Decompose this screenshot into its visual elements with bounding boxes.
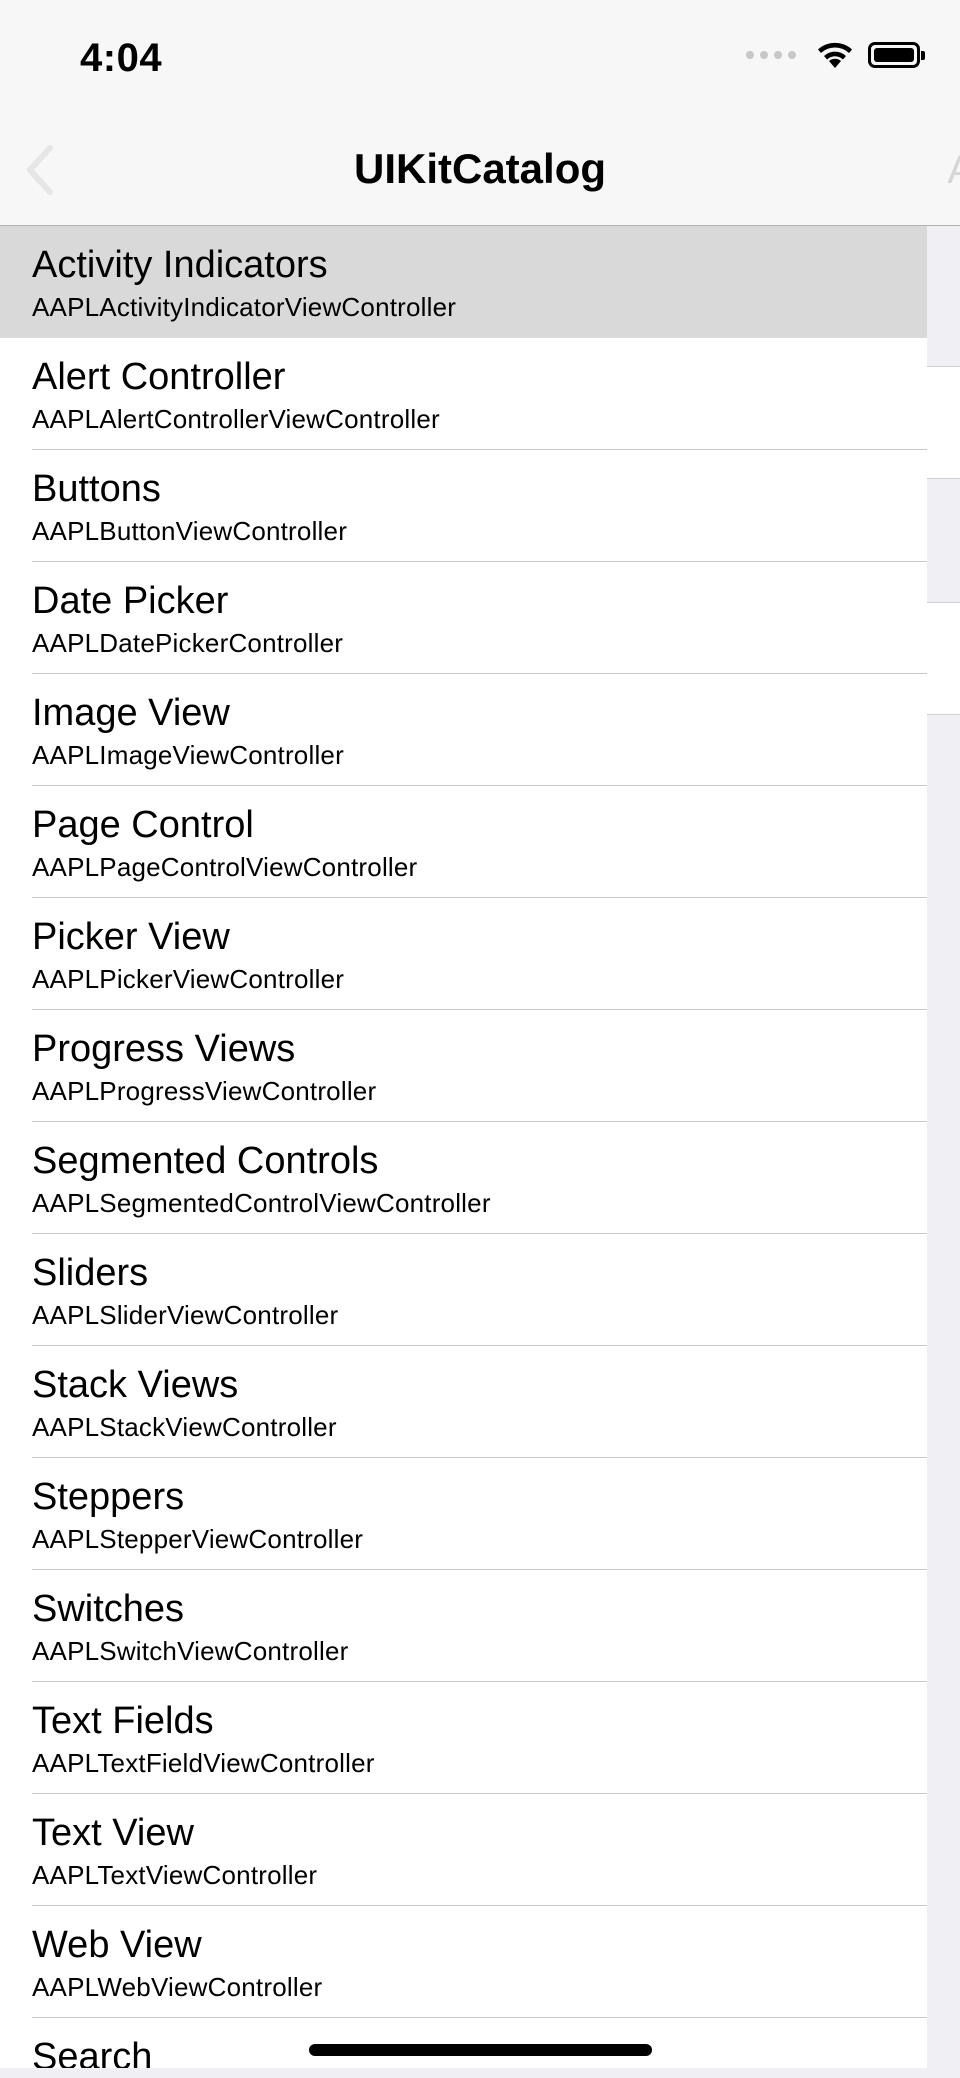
list-item-title: Web View [32,1924,202,1966]
list-item-segmented-controls[interactable]: Segmented Controls AAPLSegmentedControlV… [0,1122,927,1234]
list-item-steppers[interactable]: Steppers AAPLStepperViewController [0,1458,927,1570]
background-view-separator [927,602,960,603]
list-item-activity-indicators[interactable]: Activity Indicators AAPLActivityIndicato… [0,226,927,338]
status-icons [746,40,925,70]
list-item-title: Search [32,2036,153,2068]
list-item-image-view[interactable]: Image View AAPLImageViewController [0,674,927,786]
list-item-web-view[interactable]: Web View AAPLWebViewController [0,1906,927,2018]
list-item-title: Steppers [32,1476,185,1518]
list-item-title: Date Picker [32,580,229,622]
list-item-subtitle: AAPLStackViewController [32,1412,337,1442]
list-item-subtitle: AAPLSliderViewController [32,1300,339,1330]
list-item-subtitle: AAPLProgressViewController [32,1076,377,1106]
list-item-subtitle: AAPLStepperViewController [32,1524,364,1554]
page-title: UIKitCatalog [354,145,606,192]
list-item-title: Segmented Controls [32,1140,379,1182]
list-item-page-control[interactable]: Page Control AAPLPageControlViewControll… [0,786,927,898]
list-item-subtitle: AAPLSwitchViewController [32,1636,349,1666]
list-item-subtitle: AAPLImageViewController [32,740,344,770]
list-item-title: Image View [32,692,230,734]
battery-icon [868,42,925,68]
list-item-subtitle: AAPLActivityIndicatorViewController [32,292,457,322]
list-item-title: Buttons [32,468,161,510]
list-item-title: Progress Views [32,1028,296,1070]
catalog-list: Activity Indicators AAPLActivityIndicato… [0,226,927,2068]
background-view-cell [927,602,960,714]
list-item-subtitle: AAPLSegmentedControlViewController [32,1188,491,1218]
list-item-alert-controller[interactable]: Alert Controller AAPLAlertControllerView… [0,338,927,450]
list-item-title: Stack Views [32,1364,239,1406]
list-item-title: Text View [32,1812,194,1854]
background-view-separator [927,366,960,367]
background-view-cell [927,366,960,478]
list-item-subtitle: AAPLPickerViewController [32,964,345,994]
list-item-title: Sliders [32,1252,149,1294]
list-item-subtitle: AAPLDatePickerController [32,628,344,658]
cellular-signal-icon [746,51,796,59]
list-item-buttons[interactable]: Buttons AAPLButtonViewController [0,450,927,562]
list-item-stack-views[interactable]: Stack Views AAPLStackViewController [0,1346,927,1458]
list-item-subtitle: AAPLPageControlViewController [32,852,418,882]
list-item-title: Picker View [32,916,230,958]
list-item-date-picker[interactable]: Date Picker AAPLDatePickerController [0,562,927,674]
list-item-title: Alert Controller [32,356,286,398]
list-item-subtitle: AAPLTextFieldViewController [32,1748,375,1778]
navigation-bar: 4:04 UIKitCatalog A [0,0,960,226]
list-item-title: Page Control [32,804,254,846]
list-item-subtitle: AAPLButtonViewController [32,516,348,546]
list-item-title: Activity Indicators [32,244,328,286]
list-item-picker-view[interactable]: Picker View AAPLPickerViewController [0,898,927,1010]
nav-right-ghost-label: A [947,148,960,193]
background-view-separator [927,478,960,479]
list-item-switches[interactable]: Switches AAPLSwitchViewController [0,1570,927,1682]
background-view-separator [927,714,960,715]
list-item-title: Switches [32,1588,185,1630]
list-item-text-fields[interactable]: Text Fields AAPLTextFieldViewController [0,1682,927,1794]
list-item-search[interactable]: Search [0,2018,927,2068]
list-item-subtitle: AAPLAlertControllerViewController [32,404,440,434]
list-item-progress-views[interactable]: Progress Views AAPLProgressViewControlle… [0,1010,927,1122]
list-item-sliders[interactable]: Sliders AAPLSliderViewController [0,1234,927,1346]
wifi-icon [816,40,854,70]
status-time: 4:04 [80,36,163,80]
home-indicator [309,2044,652,2056]
list-item-title: Text Fields [32,1700,214,1742]
list-item-subtitle: AAPLTextViewController [32,1860,318,1890]
list-item-subtitle: AAPLWebViewController [32,1972,323,2002]
list-item-text-view[interactable]: Text View AAPLTextViewController [0,1794,927,1906]
